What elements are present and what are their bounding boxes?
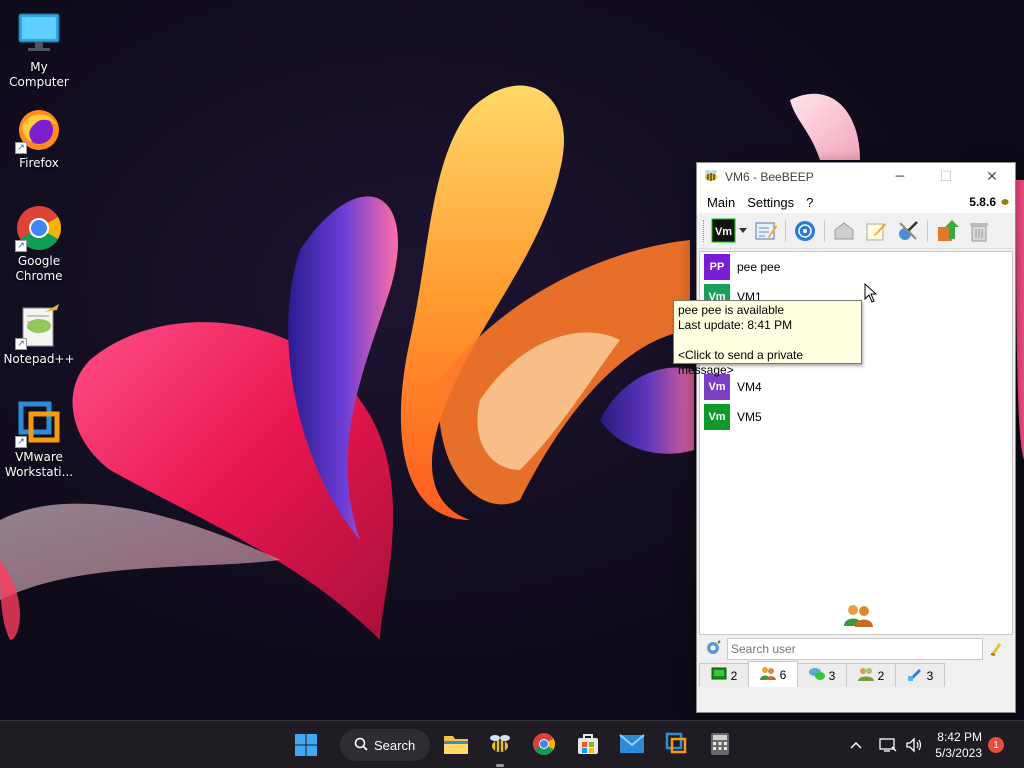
window-title: VM6 - BeeBEEP: [725, 170, 814, 184]
trash-icon[interactable]: [966, 218, 992, 244]
shortcut-arrow-icon: ↗: [15, 240, 27, 252]
system-tray: 8:42 PM 5/3/2023 1: [843, 721, 1024, 768]
bee-app-icon: [703, 169, 719, 186]
running-indicator: [496, 764, 504, 767]
menu-help[interactable]: ?: [800, 195, 819, 210]
update-icon[interactable]: [934, 218, 960, 244]
taskbar-search-button[interactable]: Search: [340, 729, 430, 761]
taskbar-file-explorer[interactable]: [440, 729, 472, 761]
svg-text:Vm: Vm: [715, 226, 732, 238]
desktop-icon-my-computer[interactable]: My Computer: [0, 10, 78, 90]
taskbar: Search 8:42 PM 5/3/2023 1: [0, 720, 1024, 768]
users-icon: [759, 666, 776, 683]
monitor-icon: [15, 10, 63, 58]
taskbar-vmware[interactable]: [660, 729, 692, 761]
edit-profile-icon[interactable]: [753, 218, 779, 244]
settings-gear-icon[interactable]: [705, 639, 721, 659]
tab-chats[interactable]: 2: [699, 663, 749, 687]
notification-badge[interactable]: 1: [988, 737, 1004, 753]
network-users-icon: [857, 667, 874, 684]
tab-files[interactable]: 3: [895, 663, 945, 687]
menu-settings[interactable]: Settings: [741, 195, 800, 210]
tab-groups[interactable]: 3: [797, 663, 847, 687]
user-name: pee pee: [737, 260, 781, 274]
list-item[interactable]: PP pee pee: [704, 254, 780, 280]
toolbar-separator: [785, 219, 786, 242]
mail-icon: [619, 733, 645, 757]
bee-app-icon: [488, 733, 512, 758]
search-icon: [354, 737, 368, 754]
toolbar-separator: [927, 219, 928, 242]
toolbar-separator: [824, 219, 825, 242]
user-name: VM4: [737, 380, 762, 394]
broadcast-message-icon[interactable]: [831, 218, 857, 244]
store-icon: [576, 732, 600, 759]
clock-time: 8:42 PM: [937, 730, 982, 744]
search-bar: [699, 637, 1013, 661]
notes-icon[interactable]: [863, 218, 889, 244]
tab-network-users[interactable]: 2: [846, 663, 896, 687]
avatar: Vm: [704, 404, 730, 430]
chevron-up-icon[interactable]: [843, 732, 869, 758]
user-status-button[interactable]: Vm: [711, 218, 747, 244]
people-icon: [842, 602, 874, 631]
minimize-button[interactable]: ─: [877, 163, 923, 191]
tooltip-hint: <Click to send a private message>: [678, 348, 804, 377]
taskbar-chrome[interactable]: [528, 729, 560, 761]
vmware-icon: [664, 732, 688, 759]
shortcut-arrow-icon: ↗: [15, 436, 27, 448]
chrome-icon: ↗: [15, 204, 63, 252]
calculator-icon: [710, 732, 730, 759]
beebeep-window: VM6 - BeeBEEP ─ ☐ ✕ Main Settings ? 5.8.…: [696, 162, 1016, 713]
tooltip-status: pee pee is available: [678, 303, 785, 317]
vmware-icon: ↗: [15, 400, 63, 448]
taskbar-microsoft-store[interactable]: [572, 729, 604, 761]
files-icon: [907, 667, 923, 684]
chrome-icon: [532, 732, 556, 759]
maximize-button[interactable]: ☐: [923, 163, 969, 191]
desktop-icon-notepad-plus-plus[interactable]: ↗ Notepad++: [0, 302, 78, 367]
search-user-input[interactable]: [727, 638, 983, 660]
folder-icon: [443, 733, 469, 758]
user-name: VM5: [737, 410, 762, 424]
title-bar[interactable]: VM6 - BeeBEEP ─ ☐ ✕: [697, 163, 1015, 191]
clear-search-icon[interactable]: [989, 640, 1005, 659]
bottom-tabs: 2 6 3 2 3: [697, 661, 945, 689]
version-label: 5.8.6: [969, 195, 1015, 210]
firefox-icon: ↗: [15, 106, 63, 154]
mouse-cursor-icon: [864, 282, 878, 306]
taskbar-calculator[interactable]: [704, 729, 736, 761]
network-icon[interactable]: [792, 218, 818, 244]
shortcut-arrow-icon: ↗: [15, 142, 27, 154]
desktop-icon-google-chrome[interactable]: ↗ Google Chrome: [0, 204, 78, 284]
notepad-plus-plus-icon: ↗: [15, 302, 63, 350]
bee-version-icon: [999, 195, 1011, 210]
toolbar: Vm: [697, 213, 1015, 249]
shortcut-arrow-icon: ↗: [15, 338, 27, 350]
taskbar-clock[interactable]: 8:42 PM 5/3/2023: [927, 729, 988, 761]
close-button[interactable]: ✕: [969, 163, 1015, 191]
volume-icon[interactable]: [901, 732, 927, 758]
user-tooltip: pee pee is available Last update: 8:41 P…: [673, 300, 862, 377]
taskbar-mail[interactable]: [616, 729, 648, 761]
desktop-icon-firefox[interactable]: ↗ Firefox: [0, 106, 78, 171]
chat-icon: [711, 667, 727, 684]
clock-date: 5/3/2023: [935, 746, 982, 760]
desktop-icon-vmware-workstation[interactable]: ↗ VMware Workstati...: [0, 400, 78, 480]
toolbar-grip: [703, 219, 705, 242]
network-status-icon[interactable]: [875, 732, 901, 758]
groups-icon: [808, 667, 825, 684]
list-item[interactable]: Vm VM5: [704, 404, 762, 430]
tab-users[interactable]: 6: [748, 661, 798, 687]
tooltip-last-update: Last update: 8:41 PM: [678, 318, 793, 332]
tools-icon[interactable]: [895, 218, 921, 244]
menu-main[interactable]: Main: [701, 195, 741, 210]
start-button[interactable]: [290, 729, 322, 761]
avatar: PP: [704, 254, 730, 280]
menu-bar: Main Settings ? 5.8.6: [697, 191, 1015, 213]
taskbar-beebeep[interactable]: [484, 729, 516, 767]
